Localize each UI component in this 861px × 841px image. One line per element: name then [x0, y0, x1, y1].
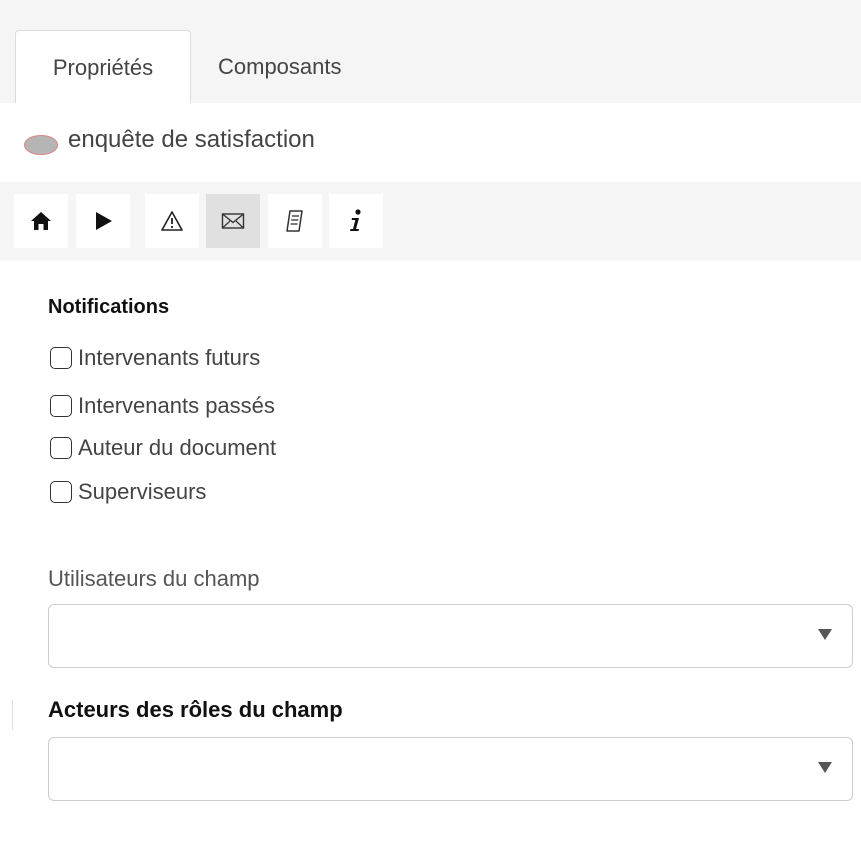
field-users-label: Utilisateurs du champ [48, 566, 260, 591]
role-actors-label: Acteurs des rôles du champ [48, 697, 343, 722]
checkbox-document-author[interactable]: Auteur du document [50, 433, 276, 463]
script-icon [286, 210, 303, 232]
checkbox-supervisors[interactable]: Superviseurs [50, 477, 206, 507]
envelope-icon [221, 213, 245, 229]
info-button[interactable] [329, 194, 383, 248]
role-actors-select[interactable] [48, 737, 853, 801]
checkbox-label: Superviseurs [78, 479, 207, 504]
info-icon [350, 209, 361, 231]
status-dot-icon [24, 135, 58, 155]
home-icon [31, 212, 51, 230]
checkbox[interactable] [50, 347, 72, 369]
checkbox-future-participants[interactable]: Intervenants futurs [50, 343, 260, 373]
tab-properties[interactable]: Propriétés [15, 30, 191, 104]
notifications-button[interactable] [206, 194, 260, 248]
warning-button[interactable] [145, 194, 199, 248]
caret-down-icon [818, 629, 832, 640]
warning-icon [161, 211, 183, 231]
checkbox[interactable] [50, 395, 72, 417]
checkbox-label: Intervenants passés [78, 393, 275, 418]
tab-components[interactable]: Composants [192, 30, 368, 103]
caret-down-icon [818, 762, 832, 773]
field-users-select[interactable] [48, 604, 853, 668]
play-icon [96, 212, 112, 230]
checkbox-label: Auteur du document [78, 435, 277, 460]
notifications-title: Notifications [48, 296, 170, 318]
checkbox-past-participants[interactable]: Intervenants passés [50, 391, 275, 421]
page-title: enquête de satisfaction [68, 126, 315, 153]
checkbox-label: Intervenants futurs [78, 345, 261, 370]
play-button[interactable] [76, 194, 130, 248]
home-button[interactable] [14, 194, 68, 248]
divider [12, 700, 13, 730]
script-button[interactable] [268, 194, 322, 248]
checkbox[interactable] [50, 481, 72, 503]
checkbox[interactable] [50, 437, 72, 459]
